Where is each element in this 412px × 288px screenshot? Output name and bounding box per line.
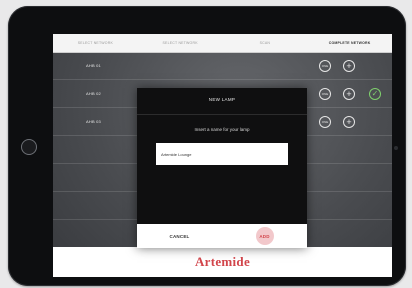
lamp-label: AHB 02 xyxy=(86,91,101,96)
tab-complete-network[interactable]: COMPLETE NETWORK xyxy=(307,41,392,45)
new-lamp-dialog: NEW LAMP Insert a name for your lamp CAN… xyxy=(137,88,307,248)
add-button[interactable]: ADD xyxy=(255,227,274,245)
on-toggle-button[interactable]: ONE xyxy=(319,116,331,128)
home-button[interactable] xyxy=(21,139,37,155)
add-button-area: ADD xyxy=(222,224,307,248)
cancel-button[interactable]: CANCEL xyxy=(137,224,222,248)
lamp-label: AHB 03 xyxy=(86,119,101,124)
dialog-actions: CANCEL ADD xyxy=(137,224,307,248)
on-toggle-button[interactable]: ONE xyxy=(319,88,331,100)
tab-select-network-1[interactable]: SELECT NETWORK xyxy=(53,41,138,45)
tab-select-network-2[interactable]: SELECT NETWORK xyxy=(138,41,223,45)
dialog-title: NEW LAMP xyxy=(208,97,236,102)
top-navigation: SELECT NETWORK SELECT NETWORK SCAN COMPL… xyxy=(53,34,392,53)
dialog-divider xyxy=(137,114,307,115)
artemide-logo: Artemide xyxy=(194,254,251,269)
check-icon: ✓ xyxy=(369,88,381,100)
list-item[interactable]: AHB 01 ONE + xyxy=(53,52,392,80)
app-screen: SELECT NETWORK SELECT NETWORK SCAN COMPL… xyxy=(53,34,392,277)
plus-icon[interactable]: + xyxy=(343,88,355,100)
footer-bar: Artemide xyxy=(53,247,392,277)
plus-icon[interactable]: + xyxy=(343,60,355,72)
camera-icon xyxy=(394,146,398,150)
tablet-frame: SELECT NETWORK SELECT NETWORK SCAN COMPL… xyxy=(8,6,406,286)
dialog-prompt: Insert a name for your lamp xyxy=(194,127,250,132)
on-toggle-button[interactable]: ONE xyxy=(319,60,331,72)
lamp-label: AHB 01 xyxy=(86,63,101,68)
tab-scan[interactable]: SCAN xyxy=(223,41,308,45)
plus-icon[interactable]: + xyxy=(343,116,355,128)
lamp-name-input[interactable] xyxy=(156,143,288,165)
